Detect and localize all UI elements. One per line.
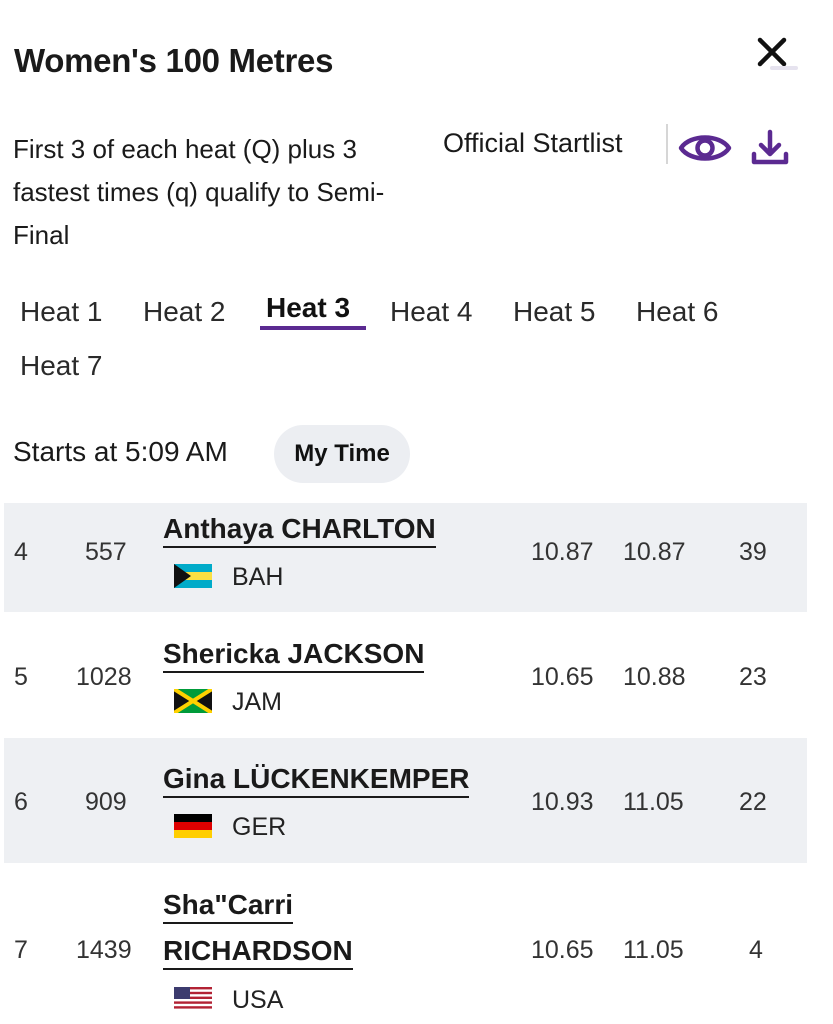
table-row: 6 909 Gina LÜCKENKEMPER GER 10.93 11.05 … — [4, 738, 807, 863]
season-best: 10.88 — [623, 663, 686, 691]
germany-flag-icon — [174, 814, 212, 838]
season-best: 10.87 — [623, 538, 686, 566]
usa-flag-icon — [174, 987, 212, 1011]
world-rank: 4 — [749, 936, 763, 964]
lane-number: 6 — [14, 788, 28, 816]
athlete-name-link[interactable]: Anthaya CHARLTON — [163, 506, 436, 552]
jamaica-flag-icon — [174, 689, 212, 713]
personal-best: 10.65 — [531, 936, 594, 964]
close-button-underline — [770, 66, 798, 70]
bib-number: 1439 — [76, 936, 132, 964]
tab-heat-2[interactable]: Heat 2 — [143, 296, 226, 328]
bib-number: 557 — [85, 538, 127, 566]
lane-number: 4 — [14, 538, 28, 566]
personal-best: 10.87 — [531, 538, 594, 566]
athlete-name-link[interactable]: Shericka JACKSON — [163, 631, 425, 677]
tab-heat-3[interactable]: Heat 3 — [266, 292, 350, 324]
athlete-name-link-line-2[interactable]: RICHARDSON — [163, 928, 353, 974]
page-title: Women's 100 Metres — [14, 42, 334, 79]
download-icon[interactable] — [748, 126, 792, 170]
start-time: Starts at 5:09 AM — [13, 436, 228, 467]
my-time-button[interactable]: My Time — [274, 425, 410, 483]
table-row: 7 1439 Sha"Carri RICHARDSON USA 10.65 11… — [4, 863, 807, 1024]
athlete-name-link-line-1[interactable]: Sha"Carri — [163, 882, 293, 928]
qualification-description: First 3 of each heat (Q) plus 3 fastest … — [13, 134, 385, 250]
tab-heat-4[interactable]: Heat 4 — [390, 296, 473, 328]
personal-best: 10.65 — [531, 663, 594, 691]
world-rank: 39 — [739, 538, 767, 566]
world-rank: 23 — [739, 663, 767, 691]
tab-heat-7[interactable]: Heat 7 — [20, 350, 103, 382]
country-code: GER — [232, 813, 287, 841]
active-tab-indicator — [260, 326, 366, 330]
tab-heat-6[interactable]: Heat 6 — [636, 296, 719, 328]
country-code: USA — [232, 986, 284, 1014]
official-startlist-label: Official Startlist — [443, 128, 623, 158]
season-best: 11.05 — [623, 936, 684, 964]
tab-heat-5[interactable]: Heat 5 — [513, 296, 596, 328]
world-rank: 22 — [739, 788, 767, 816]
divider — [666, 124, 668, 164]
lane-number: 5 — [14, 663, 28, 691]
bib-number: 1028 — [76, 663, 132, 691]
eye-icon[interactable] — [678, 128, 732, 168]
bib-number: 909 — [85, 788, 127, 816]
table-row: 4 557 Anthaya CHARLTON BAH 10.87 10.87 3… — [4, 503, 807, 612]
athlete-name-link[interactable]: Gina LÜCKENKEMPER — [163, 756, 470, 802]
country-code: JAM — [232, 688, 282, 716]
tab-heat-1[interactable]: Heat 1 — [20, 296, 103, 328]
season-best: 11.05 — [623, 788, 684, 816]
lane-number: 7 — [14, 936, 28, 964]
personal-best: 10.93 — [531, 788, 594, 816]
table-row: 5 1028 Shericka JACKSON JAM 10.65 10.88 … — [4, 612, 807, 738]
country-code: BAH — [232, 563, 284, 591]
bahamas-flag-icon — [174, 564, 212, 588]
